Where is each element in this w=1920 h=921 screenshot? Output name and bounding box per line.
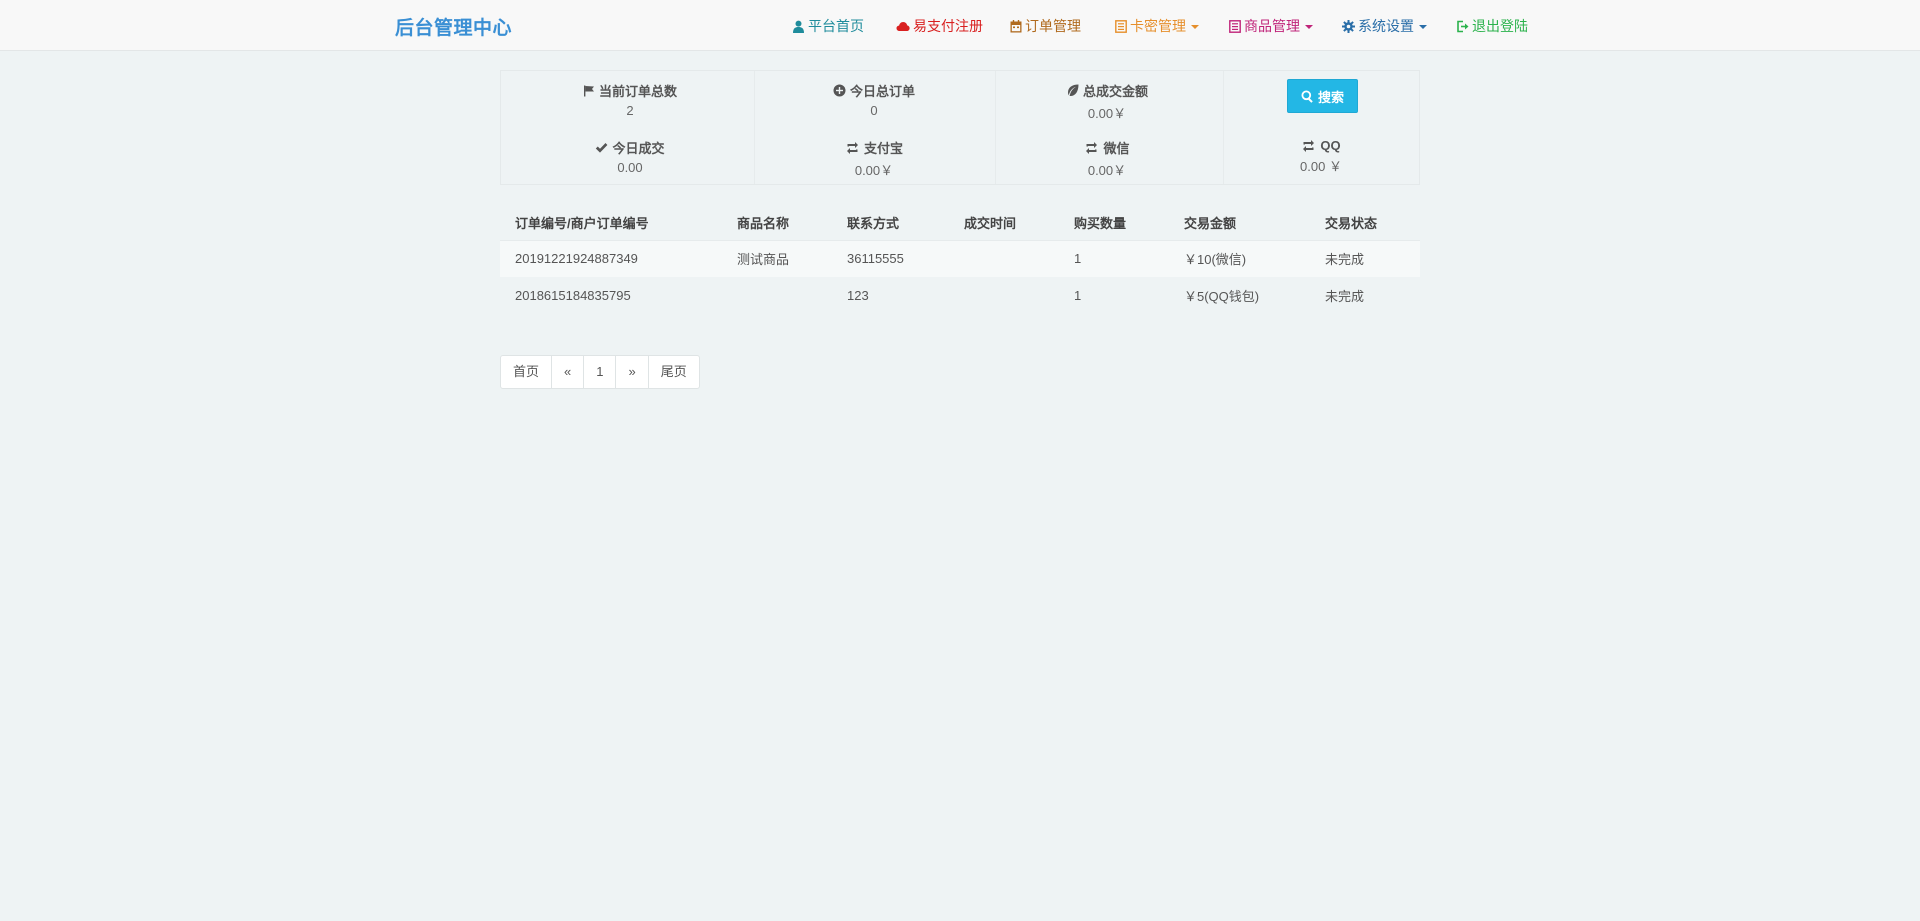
pager-next[interactable]: » [615, 356, 647, 388]
plus-circle-icon [833, 84, 846, 97]
flag-icon [583, 85, 594, 96]
stat-alipay: 支付宝 0.00￥ [774, 138, 974, 179]
nav-orders[interactable]: 订单管理 [1010, 16, 1081, 36]
table-row[interactable]: 2018615184835795 123 1 ￥5(QQ钱包) 未完成 [500, 277, 1420, 314]
column-header: 商品名称 [722, 205, 832, 241]
nav-cards-label: 卡密管理 [1130, 18, 1186, 34]
cell-product [722, 277, 832, 314]
leaf-icon [1067, 84, 1079, 97]
chevron-down-icon [1419, 25, 1427, 29]
cell-status: 未完成 [1310, 240, 1420, 277]
nav-goods-label: 商品管理 [1244, 18, 1300, 34]
cell-deal-time [949, 240, 1059, 277]
user-icon [793, 20, 804, 33]
column-header: 成交时间 [949, 205, 1059, 241]
stat-wechat-value: 0.00￥ [1087, 163, 1127, 178]
stat-total-amount-value: 0.00￥ [1087, 106, 1127, 121]
nav-logout-label: 退出登陆 [1472, 18, 1528, 34]
table-row[interactable]: 20191221924887349 测试商品 36115555 1 ￥10(微信… [500, 240, 1420, 277]
divider [754, 71, 755, 184]
pagination: 首页 « 1 » 尾页 [500, 355, 700, 389]
top-navbar: 后台管理中心 平台首页 易支付注册 订单管理 卡密管理 商品管理 系统设置 退出… [0, 0, 1920, 51]
stat-today-orders-label: 今日总订单 [849, 84, 915, 99]
column-header: 交易金额 [1169, 205, 1310, 241]
stats-panel: 当前订单总数 2 今日总订单 0 总成交金额 0.00￥ 搜索 今日成交 0.0… [500, 70, 1420, 185]
logout-icon [1457, 20, 1469, 32]
stat-wechat-label: 微信 [1103, 141, 1130, 156]
pager-first[interactable]: 首页 [501, 356, 551, 388]
nav-cards[interactable]: 卡密管理 [1115, 16, 1199, 36]
cell-quantity: 1 [1059, 240, 1169, 277]
stat-total-amount: 总成交金额 0.00￥ [1007, 81, 1207, 122]
list-alt-icon [1115, 19, 1127, 33]
stat-today-orders-value: 0 [870, 103, 878, 118]
stat-today-deal-value: 0.00 [617, 160, 643, 175]
stat-today-orders: 今日总订单 0 [774, 81, 974, 118]
search-icon [1301, 90, 1313, 103]
pager-page-1[interactable]: 1 [583, 356, 615, 388]
stat-total-orders: 当前订单总数 2 [530, 81, 730, 118]
stat-qq-value: 0.00 ￥ [1300, 159, 1342, 174]
stat-wechat: 微信 0.00￥ [1007, 138, 1207, 179]
stat-today-deal-label: 今日成交 [612, 141, 665, 156]
retweet-icon [846, 141, 858, 154]
cell-product: 测试商品 [722, 240, 832, 277]
column-header: 订单编号/商户订单编号 [500, 205, 722, 241]
retweet-icon [1086, 141, 1098, 154]
nav-pay-register[interactable]: 易支付注册 [896, 16, 983, 36]
list-alt-icon [1229, 19, 1241, 33]
cell-order-no: 2018615184835795 [515, 288, 631, 303]
cell-status: 未完成 [1325, 289, 1365, 304]
column-header: 联系方式 [832, 205, 949, 241]
stat-total-amount-label: 总成交金额 [1082, 84, 1148, 99]
nav-home-label: 平台首页 [808, 18, 864, 34]
stat-qq: QQ 0.00 ￥ [1221, 138, 1421, 175]
search-button-label: 搜索 [1317, 89, 1344, 105]
cloud-icon [896, 21, 910, 31]
stat-total-orders-label: 当前订单总数 [598, 84, 677, 99]
nav-logout[interactable]: 退出登陆 [1456, 16, 1528, 36]
column-header: 购买数量 [1059, 205, 1169, 241]
stat-alipay-value: 0.00￥ [854, 163, 894, 178]
cell-contact: 123 [847, 288, 869, 303]
orders-table: 订单编号/商户订单编号 商品名称 联系方式 成交时间 购买数量 交易金额 交易状… [500, 205, 1420, 314]
cell-amount: ￥5(QQ钱包) [1184, 289, 1260, 304]
column-header: 交易状态 [1310, 205, 1420, 241]
cell-amount: ￥10(微信) [1169, 240, 1310, 277]
pager-prev[interactable]: « [551, 356, 583, 388]
stat-alipay-label: 支付宝 [863, 141, 903, 156]
main-nav: 平台首页 易支付注册 订单管理 卡密管理 商品管理 系统设置 退出登陆 [0, 0, 1920, 51]
pager-last[interactable]: 尾页 [647, 356, 699, 388]
chevron-down-icon [1305, 25, 1313, 29]
cell-order-no: 20191221924887349 [500, 240, 722, 277]
nav-home[interactable]: 平台首页 [792, 16, 864, 36]
search-button[interactable]: 搜索 [1287, 79, 1358, 113]
nav-settings-label: 系统设置 [1358, 18, 1414, 34]
check-icon [596, 142, 608, 153]
stat-qq-label: QQ [1320, 138, 1341, 153]
nav-settings[interactable]: 系统设置 [1342, 16, 1427, 36]
chevron-down-icon [1191, 25, 1199, 29]
divider [995, 71, 996, 184]
nav-orders-label: 订单管理 [1025, 18, 1081, 34]
retweet-icon [1303, 139, 1315, 152]
gear-icon [1342, 19, 1355, 33]
stat-today-deal: 今日成交 0.00 [530, 138, 730, 175]
table-header-row: 订单编号/商户订单编号 商品名称 联系方式 成交时间 购买数量 交易金额 交易状… [500, 205, 1420, 241]
calendar-icon [1010, 19, 1022, 32]
nav-pay-register-label: 易支付注册 [913, 18, 983, 34]
stat-total-orders-value: 2 [626, 103, 634, 118]
nav-goods[interactable]: 商品管理 [1229, 16, 1313, 36]
cell-deal-time [949, 277, 1059, 314]
cell-contact: 36115555 [832, 240, 949, 277]
cell-quantity: 1 [1074, 288, 1082, 303]
